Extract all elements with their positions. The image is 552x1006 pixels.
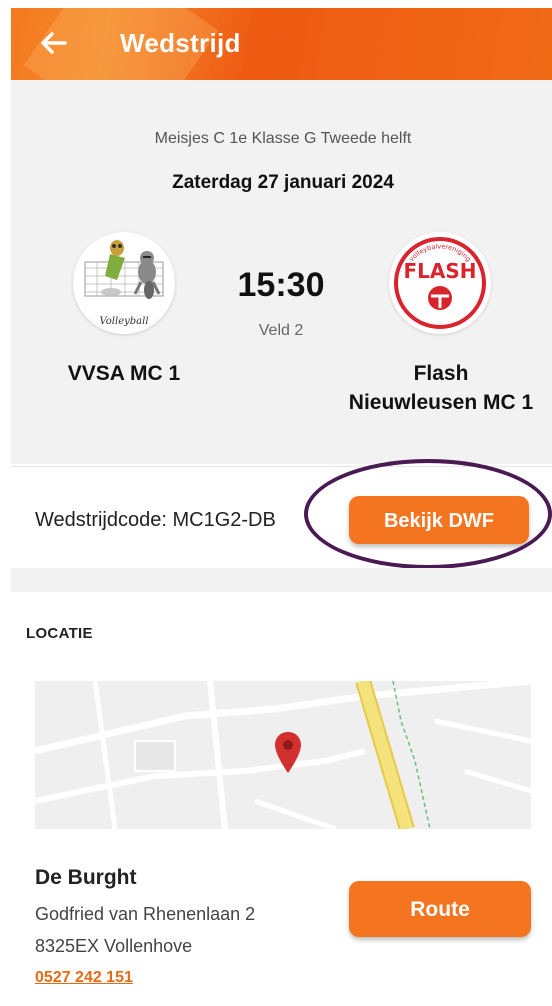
away-team-label-line2: Nieuwleusen MC 1 — [348, 391, 534, 414]
venue-name: De Burght — [35, 866, 137, 889]
home-logo-text: Volleyball — [99, 316, 148, 327]
match-header: Meisjes C 1e Klasse G Tweede helft Zater… — [11, 80, 552, 464]
home-team-label: VVSA MC 1 — [67, 362, 181, 385]
location-map[interactable] — [35, 681, 531, 829]
home-team-logo: Volleyball — [73, 232, 175, 334]
address-line2: 8325EX Vollenhove — [35, 936, 193, 956]
away-logo-text: FLASH — [403, 259, 476, 283]
app-bar: Wedstrijd — [11, 8, 552, 80]
address-line1: Godfried van Rhenenlaan 2 — [35, 904, 256, 924]
section-divider — [11, 568, 552, 592]
match-code: Wedstrijdcode: MC1G2-DB — [35, 509, 276, 531]
match-date: Zaterdag 27 januari 2024 — [172, 172, 394, 193]
highlight-ring — [304, 459, 552, 569]
page-title: Wedstrijd — [120, 28, 241, 58]
route-button[interactable]: Route — [349, 881, 531, 937]
match-field: Veld 2 — [258, 322, 304, 339]
map-pin-icon — [275, 732, 301, 773]
arrow-left-icon[interactable] — [37, 26, 71, 60]
phone-link[interactable]: 0527 242 151 — [35, 969, 133, 987]
away-team-logo: volleybalvereniging FLASH — [389, 232, 491, 334]
home-team-name: VVSA MC 1 — [33, 359, 215, 388]
away-team-label-line1: Flash — [413, 362, 469, 385]
competition-label: Meisjes C 1e Klasse G Tweede helft — [154, 130, 412, 147]
location-heading: LOCATIE — [26, 625, 93, 642]
away-team-name: Flash Nieuwleusen MC 1 — [341, 359, 541, 417]
match-time: 15:30 — [237, 266, 325, 304]
